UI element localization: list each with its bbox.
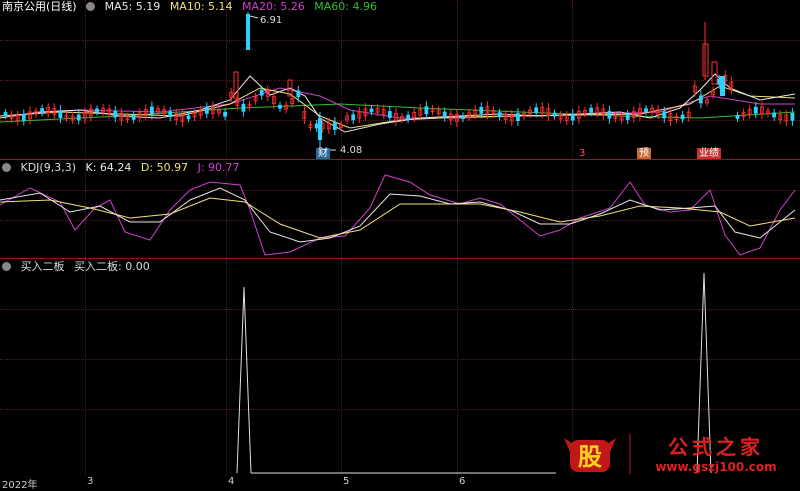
price-pane[interactable]: 南京公用(日线) MA5: 5.19 MA10: 5.14 MA20: 5.26… [0,0,800,160]
x-axis: 2022年 3 4 5 6 [0,476,800,491]
price-chart [0,12,796,151]
candle-body [497,112,502,118]
logo-glyph: 股 [578,443,602,471]
candle-body [607,110,612,119]
candle-body [351,114,356,121]
candle-body [753,106,758,114]
candle-body [76,114,81,121]
x-tick-label: 6 [459,476,466,487]
candle-body [3,112,8,116]
candle-body [662,111,667,119]
candle-body [790,112,795,121]
candle-body [424,106,429,115]
kdj-chart [0,174,796,256]
candle-body [516,113,520,122]
candle-body [711,61,718,85]
candle-body [442,111,447,118]
candle-body [223,111,228,117]
candle-body [278,104,282,109]
high-price-label: 6.91 [260,15,283,26]
candle-body [772,112,776,118]
candle-body [644,108,648,113]
candle-body [387,111,392,118]
candle-body [204,107,209,114]
logo-url: www.gszj100.com [655,460,776,474]
x-tick-label: 3 [87,476,94,487]
candle-body [21,114,26,121]
candle-body [296,90,301,98]
signal-spike [236,286,252,474]
price-pointer [249,15,259,19]
candle-body [95,108,99,113]
candle-body [735,115,740,119]
kdj-pane[interactable]: KDJ(9,3,3) K: 64.24 D: 50.97 J: 90.77 [0,160,800,258]
logo-brand: 公式之家 [668,435,764,459]
candle-body [699,95,703,104]
candle-body [168,111,173,118]
ma5-line [0,73,796,133]
candle-body [406,114,411,120]
candle-body [186,115,191,120]
candle-body [625,114,630,120]
candle-body [149,106,154,115]
candle-body [720,76,725,96]
x-tick-label: 5 [343,476,350,487]
low-price-label: 4.08 [340,145,363,156]
candle-body [58,110,63,118]
candle-body [259,89,264,96]
candle-body [369,108,374,113]
candle-body [241,103,246,112]
candle-body [113,110,118,118]
candle-body [479,106,484,114]
candle-body [131,114,136,120]
x-tick-label: 4 [228,476,235,487]
candle-body [332,122,337,130]
candle-body [680,114,685,120]
candle-body [40,108,44,113]
watermark-logo: 股 公式之家 www.gszj100.com [556,432,800,476]
candle-body [534,107,539,114]
candle-body [570,113,575,121]
kdj-d-line [0,197,796,239]
candle-body [552,112,557,117]
candle-body [461,115,465,120]
x-tick-label: 2022年 [2,480,38,491]
candle-body [589,107,593,113]
candle-body [314,123,319,129]
